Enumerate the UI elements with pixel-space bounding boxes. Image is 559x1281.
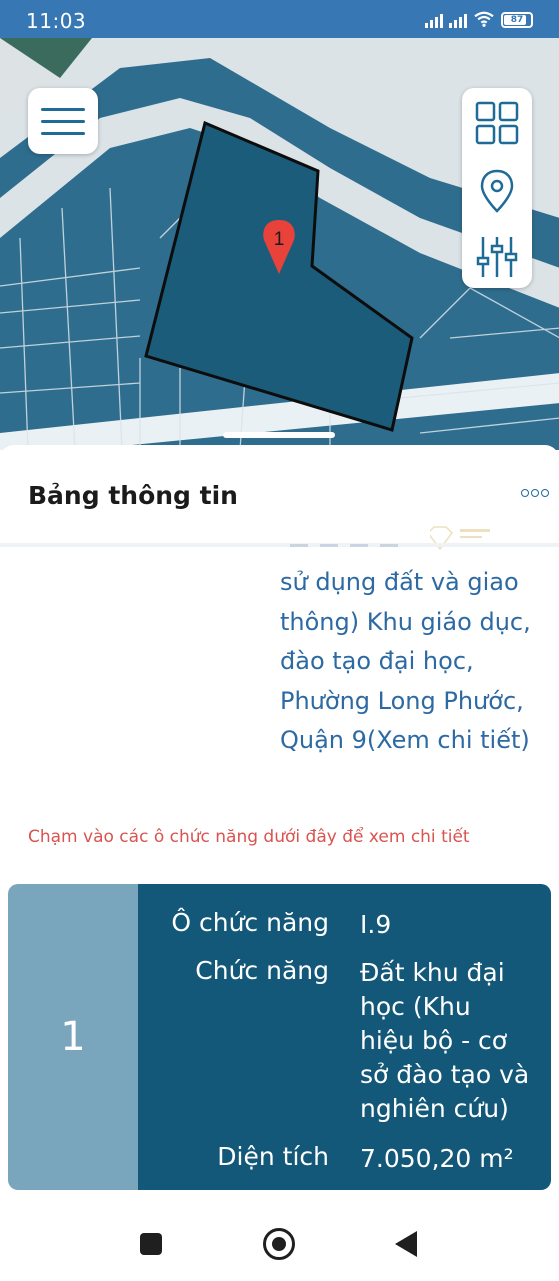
row-label: Chức năng (195, 956, 329, 985)
row-value: I.9 (360, 908, 550, 942)
hint-text: Chạm vào các ô chức năng dưới đây để xem… (28, 827, 470, 847)
home-circle-icon[interactable] (263, 1228, 295, 1260)
card-number: 1 (60, 1014, 86, 1060)
row-value: 7.050,20 m² (360, 1142, 550, 1176)
row-value-line: I.9 (360, 910, 392, 939)
menu-button[interactable] (28, 88, 98, 154)
row-value-line: hiệu bộ - cơ (360, 1026, 508, 1055)
row-label: Ô chức năng (171, 908, 329, 937)
more-options-icon[interactable] (521, 489, 549, 497)
row-value-line: học (Khu (360, 992, 471, 1021)
watermark-logo-icon (430, 526, 514, 551)
status-time: 11:03 (26, 9, 87, 33)
drag-handle[interactable] (223, 432, 335, 438)
panel-divider (0, 543, 559, 547)
grid-icon[interactable] (474, 100, 520, 146)
row-value-line: 7.050,20 m² (360, 1144, 514, 1173)
sliders-icon[interactable] (474, 234, 520, 280)
location-pin-icon[interactable] (474, 168, 520, 214)
back-triangle-icon[interactable] (395, 1231, 417, 1257)
description-line: thông) Khu giáo dục, (280, 607, 531, 636)
map-toolbar (462, 88, 532, 288)
card-index: 1 (8, 884, 138, 1190)
panel-title: Bảng thông tin (28, 481, 238, 510)
hamburger-icon (41, 107, 85, 135)
map-view[interactable]: 1 (0, 38, 559, 450)
function-cell-card[interactable]: 1 Ô chức năng I.9 Chức năng Đất khu đại … (8, 884, 551, 1190)
description-line: đào tạo đại học, (280, 647, 474, 675)
card-details: Ô chức năng I.9 Chức năng Đất khu đại họ… (138, 884, 551, 1190)
row-value-line: sở đào tạo và (360, 1060, 530, 1089)
parcel-description-link[interactable]: sử dụng đất và giao thông) Khu giáo dục,… (280, 563, 550, 761)
row-label: Diện tích (217, 1142, 329, 1171)
status-icons: 87 (425, 10, 533, 28)
signal-icon (449, 12, 467, 28)
row-value: Đất khu đại học (Khu hiệu bộ - cơ sở đào… (360, 956, 550, 1126)
map-marker-label: 1 (274, 229, 285, 250)
row-value-line: Đất khu đại (360, 958, 505, 987)
battery-icon: 87 (501, 12, 533, 28)
status-bar: 11:03 87 (0, 0, 559, 38)
description-line: Phường Long Phước, (280, 686, 524, 715)
row-value-line: nghiên cứu) (360, 1094, 509, 1123)
signal-icon (425, 12, 443, 28)
description-line: sử dụng đất và giao (280, 568, 519, 596)
clipped-text-line (290, 544, 400, 547)
system-navbar (0, 1205, 559, 1281)
wifi-icon (474, 11, 494, 27)
battery-level: 87 (510, 15, 524, 25)
description-line: Quận 9(Xem chi tiết) (280, 726, 530, 754)
recents-square-icon[interactable] (140, 1233, 162, 1255)
